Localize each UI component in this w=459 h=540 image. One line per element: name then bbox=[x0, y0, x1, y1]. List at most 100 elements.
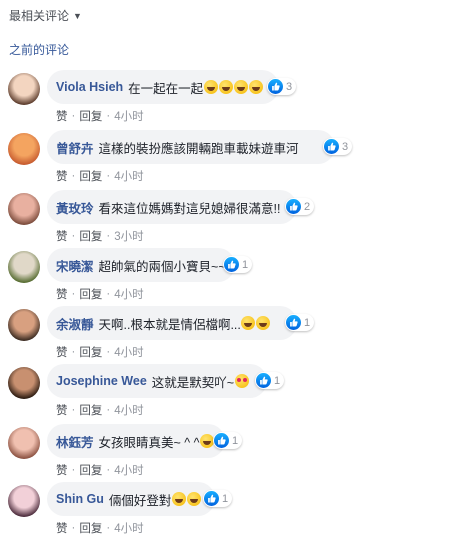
avatar[interactable] bbox=[8, 251, 40, 283]
commenter-name[interactable]: 余淑靜 bbox=[56, 314, 94, 333]
avatar[interactable] bbox=[8, 367, 40, 399]
reaction-count[interactable]: 2 bbox=[285, 198, 315, 215]
comment-item: 宋曉潔 超帥氣的兩個小寶貝~~ 1 赞 · 回复 · 4小时 bbox=[0, 248, 459, 306]
avatar[interactable] bbox=[8, 133, 40, 165]
separator: · bbox=[106, 170, 111, 182]
comment-item: 林鈺芳 女孩眼睛真美~ ^ ^ 1 赞 · 回复 · 4小时 bbox=[0, 424, 459, 482]
separator: · bbox=[106, 404, 111, 416]
like-link[interactable]: 赞 bbox=[56, 286, 68, 302]
separator: · bbox=[71, 288, 76, 300]
comment-timestamp[interactable]: 4小时 bbox=[114, 108, 143, 124]
reaction-count[interactable]: 1 bbox=[223, 256, 253, 273]
reaction-count[interactable]: 1 bbox=[255, 372, 285, 389]
separator: · bbox=[71, 522, 76, 534]
like-link[interactable]: 赞 bbox=[56, 168, 68, 184]
thumbs-up-icon bbox=[224, 257, 239, 272]
like-link[interactable]: 赞 bbox=[56, 228, 68, 244]
laughing-emoji-icon bbox=[256, 316, 271, 330]
reaction-count[interactable]: 3 bbox=[267, 78, 297, 95]
comment-actions: 赞 · 回复 · 4小时 bbox=[56, 344, 144, 360]
reaction-count-number: 1 bbox=[274, 374, 281, 387]
comment-text: 看來這位媽媽對這兒媳婦很滿意!! bbox=[98, 201, 281, 216]
commenter-name[interactable]: Josephine Wee bbox=[56, 374, 147, 388]
like-link[interactable]: 赞 bbox=[56, 344, 68, 360]
separator: · bbox=[71, 346, 76, 358]
separator: · bbox=[106, 464, 111, 476]
reply-link[interactable]: 回复 bbox=[79, 402, 102, 418]
laughing-emoji-icon bbox=[233, 80, 248, 94]
reply-link[interactable]: 回复 bbox=[79, 462, 102, 478]
previous-comments-link[interactable]: 之前的评论 bbox=[9, 41, 69, 58]
comment-item: Shin Gu 倆個好登對 1 赞 · 回复 · 4小时 bbox=[0, 482, 459, 540]
reaction-count-number: 1 bbox=[242, 258, 249, 271]
separator: · bbox=[106, 346, 111, 358]
reply-link[interactable]: 回复 bbox=[79, 286, 102, 302]
reaction-count-number: 1 bbox=[232, 434, 239, 447]
comment-item: Viola Hsieh 在一起在一起 3 赞 · 回复 · 4小时 bbox=[0, 70, 459, 128]
comment-text: 在一起在一起 bbox=[128, 81, 204, 96]
comment-actions: 赞 · 回复 · 4小时 bbox=[56, 168, 144, 184]
comment-item: Josephine Wee 这就是默契吖~ 1 赞 · 回复 · 4小时 bbox=[0, 364, 459, 422]
laughing-emoji-icon bbox=[171, 492, 186, 506]
separator: · bbox=[106, 288, 111, 300]
comment-item: 曾舒卉 這樣的裝扮應該開輛跑車載妹遊車河 3 赞 · 回复 · 4小时 bbox=[0, 130, 459, 188]
reaction-count-number: 3 bbox=[342, 140, 349, 153]
comment-text: 女孩眼睛真美~ ^ ^ bbox=[98, 435, 200, 450]
comment-item: 黃玫玲 看來這位媽媽對這兒媳婦很滿意!! 2 赞 · 回复 · 3小时 bbox=[0, 190, 459, 248]
reply-link[interactable]: 回复 bbox=[79, 228, 102, 244]
comment-text: 这就是默契吖~ bbox=[151, 375, 235, 390]
commenter-name[interactable]: Viola Hsieh bbox=[56, 80, 123, 94]
avatar[interactable] bbox=[8, 193, 40, 225]
laughing-emoji-icon bbox=[248, 80, 263, 94]
heart-eyes-emoji-icon bbox=[234, 374, 249, 388]
like-link[interactable]: 赞 bbox=[56, 108, 68, 124]
commenter-name[interactable]: 宋曉潔 bbox=[56, 256, 94, 275]
comment-sort-dropdown[interactable]: 最相关评论 ▼ bbox=[9, 7, 82, 24]
comment-bubble: Shin Gu 倆個好登對 bbox=[47, 482, 215, 516]
thumbs-up-icon bbox=[286, 315, 301, 330]
laughing-emoji-icon bbox=[203, 80, 218, 94]
separator: · bbox=[71, 230, 76, 242]
comment-text: 倆個好登對 bbox=[108, 493, 172, 508]
comment-actions: 赞 · 回复 · 3小时 bbox=[56, 228, 144, 244]
comment-timestamp[interactable]: 4小时 bbox=[114, 168, 143, 184]
reaction-count[interactable]: 3 bbox=[323, 138, 353, 155]
comment-actions: 赞 · 回复 · 4小时 bbox=[56, 286, 144, 302]
thumbs-up-icon bbox=[324, 139, 339, 154]
like-link[interactable]: 赞 bbox=[56, 402, 68, 418]
separator: · bbox=[106, 230, 111, 242]
comment-timestamp[interactable]: 4小时 bbox=[114, 286, 143, 302]
comment-bubble: Josephine Wee 这就是默契吖~ bbox=[47, 364, 267, 398]
reply-link[interactable]: 回复 bbox=[79, 108, 102, 124]
reaction-count[interactable]: 1 bbox=[285, 314, 315, 331]
comment-timestamp[interactable]: 4小时 bbox=[114, 462, 143, 478]
comment-timestamp[interactable]: 4小时 bbox=[114, 402, 143, 418]
comment-text: 超帥氣的兩個小寶貝~~ bbox=[98, 259, 226, 274]
comment-timestamp[interactable]: 4小时 bbox=[114, 520, 143, 536]
separator: · bbox=[71, 170, 76, 182]
reply-link[interactable]: 回复 bbox=[79, 168, 102, 184]
comment-timestamp[interactable]: 4小时 bbox=[114, 344, 143, 360]
separator: · bbox=[71, 110, 76, 122]
thumbs-up-icon bbox=[204, 491, 219, 506]
reply-link[interactable]: 回复 bbox=[79, 344, 102, 360]
like-link[interactable]: 赞 bbox=[56, 520, 68, 536]
reaction-count[interactable]: 1 bbox=[203, 490, 233, 507]
commenter-name[interactable]: 林鈺芳 bbox=[56, 432, 94, 451]
like-link[interactable]: 赞 bbox=[56, 462, 68, 478]
reply-link[interactable]: 回复 bbox=[79, 520, 102, 536]
comment-bubble: 余淑靜 天啊..根本就是情侶檔啊... bbox=[47, 306, 297, 340]
avatar[interactable] bbox=[8, 73, 40, 105]
avatar[interactable] bbox=[8, 485, 40, 517]
reaction-count[interactable]: 1 bbox=[213, 432, 243, 449]
avatar[interactable] bbox=[8, 427, 40, 459]
avatar[interactable] bbox=[8, 309, 40, 341]
comment-actions: 赞 · 回复 · 4小时 bbox=[56, 520, 144, 536]
commenter-name[interactable]: 黃玫玲 bbox=[56, 198, 94, 217]
commenter-name[interactable]: Shin Gu bbox=[56, 492, 104, 506]
commenter-name[interactable]: 曾舒卉 bbox=[56, 138, 94, 157]
reaction-count-number: 2 bbox=[304, 200, 311, 213]
comment-bubble: Viola Hsieh 在一起在一起 bbox=[47, 70, 279, 104]
thumbs-up-icon bbox=[256, 373, 271, 388]
comment-timestamp[interactable]: 3小时 bbox=[114, 228, 143, 244]
